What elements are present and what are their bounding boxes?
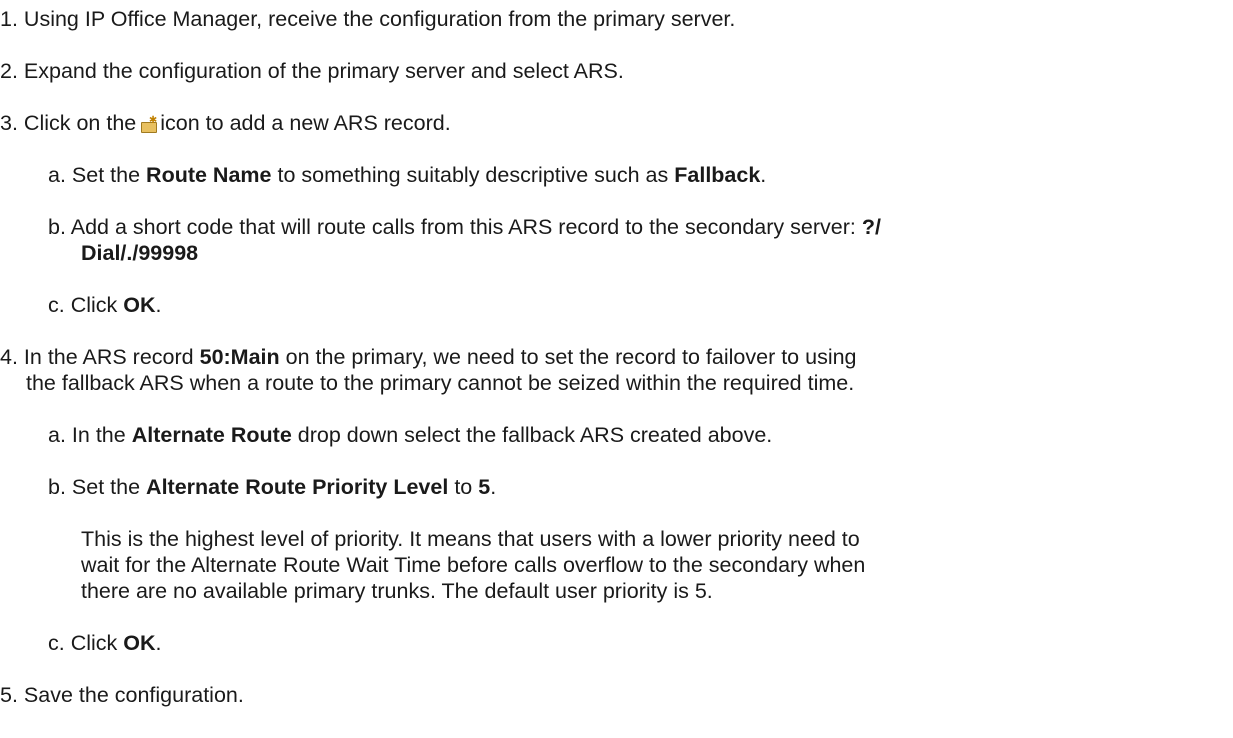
ok-button-name: OK: [123, 293, 156, 317]
step-text: on the primary, we need to set the recor…: [285, 345, 857, 369]
substep-text: In the: [71, 423, 126, 447]
field-name-alternate-route: Alternate Route: [131, 423, 292, 447]
step-text: Save the configuration.: [23, 683, 244, 707]
substep-marker: b.: [48, 215, 66, 239]
substep-text: Set the: [71, 163, 141, 187]
ok-button-name: OK: [123, 631, 156, 655]
substep-marker: a.: [48, 423, 66, 447]
step-3b-cont: Dial/./99998: [81, 240, 198, 266]
step-text: icon to add a new ARS record.: [160, 111, 451, 135]
step-3c: c. Click OK.: [48, 292, 162, 318]
step-text: the fallback ARS when a route to the pri…: [26, 371, 855, 395]
step-text: Click on the: [23, 111, 137, 135]
substep-marker: c.: [48, 293, 65, 317]
punctuation: .: [155, 631, 162, 655]
substep-text: drop down select the fallback ARS create…: [297, 423, 773, 447]
ars-record-name: 50:Main: [199, 345, 280, 369]
note-text: there are no available primary trunks. T…: [81, 579, 713, 603]
step-2: 2. Expand the configuration of the prima…: [0, 58, 624, 84]
field-name-alternate-route-priority-level: Alternate Route Priority Level: [146, 475, 449, 499]
step-1: 1. Using IP Office Manager, receive the …: [0, 6, 735, 32]
note-text: wait for the Alternate Route Wait Time b…: [81, 553, 866, 577]
step-4c: c. Click OK.: [48, 630, 162, 656]
step-4b: b. Set the Alternate Route Priority Leve…: [48, 474, 496, 500]
step-4-cont: the fallback ARS when a route to the pri…: [26, 370, 854, 396]
step-3: 3. Click on the ✱ icon to add a new ARS re…: [0, 110, 451, 136]
substep-text: Set the: [71, 475, 141, 499]
step-marker: 2.: [0, 59, 18, 83]
step-4b-note-line-1: This is the highest level of priority. I…: [81, 526, 860, 552]
substep-text: Add a short code that will route calls f…: [70, 215, 856, 239]
step-3b: b. Add a short code that will route call…: [48, 214, 881, 240]
note-text: This is the highest level of priority. I…: [81, 527, 860, 551]
step-4b-note-line-2: wait for the Alternate Route Wait Time b…: [81, 552, 865, 578]
step-4: 4. In the ARS record 50:Main on the prim…: [0, 344, 857, 370]
priority-value: 5: [478, 475, 491, 499]
step-marker: 5.: [0, 683, 18, 707]
step-3a: a. Set the Route Name to something suita…: [48, 162, 766, 188]
value-fallback: Fallback: [674, 163, 761, 187]
substep-marker: c.: [48, 631, 65, 655]
step-marker: 4.: [0, 345, 18, 369]
short-code-part-2: Dial/./99998: [81, 241, 199, 265]
substep-text: to: [454, 475, 473, 499]
step-text: Using IP Office Manager, receive the con…: [23, 7, 736, 31]
step-marker: 3.: [0, 111, 18, 135]
step-text: Expand the configuration of the primary …: [23, 59, 624, 83]
punctuation: .: [155, 293, 162, 317]
add-record-icon: ✱: [140, 116, 158, 133]
step-5: 5. Save the configuration.: [0, 682, 244, 708]
step-4b-note-line-3: there are no available primary trunks. T…: [81, 578, 713, 604]
punctuation: .: [490, 475, 497, 499]
substep-text: Click: [70, 631, 118, 655]
substep-text: Click: [70, 293, 118, 317]
short-code-part-1: ?/: [861, 215, 881, 239]
substep-text: to something suitably descriptive such a…: [277, 163, 669, 187]
step-4a: a. In the Alternate Route drop down sele…: [48, 422, 772, 448]
field-name-route-name: Route Name: [146, 163, 272, 187]
substep-marker: a.: [48, 163, 66, 187]
substep-marker: b.: [48, 475, 66, 499]
punctuation: .: [760, 163, 767, 187]
step-text: In the ARS record: [23, 345, 194, 369]
step-marker: 1.: [0, 7, 18, 31]
